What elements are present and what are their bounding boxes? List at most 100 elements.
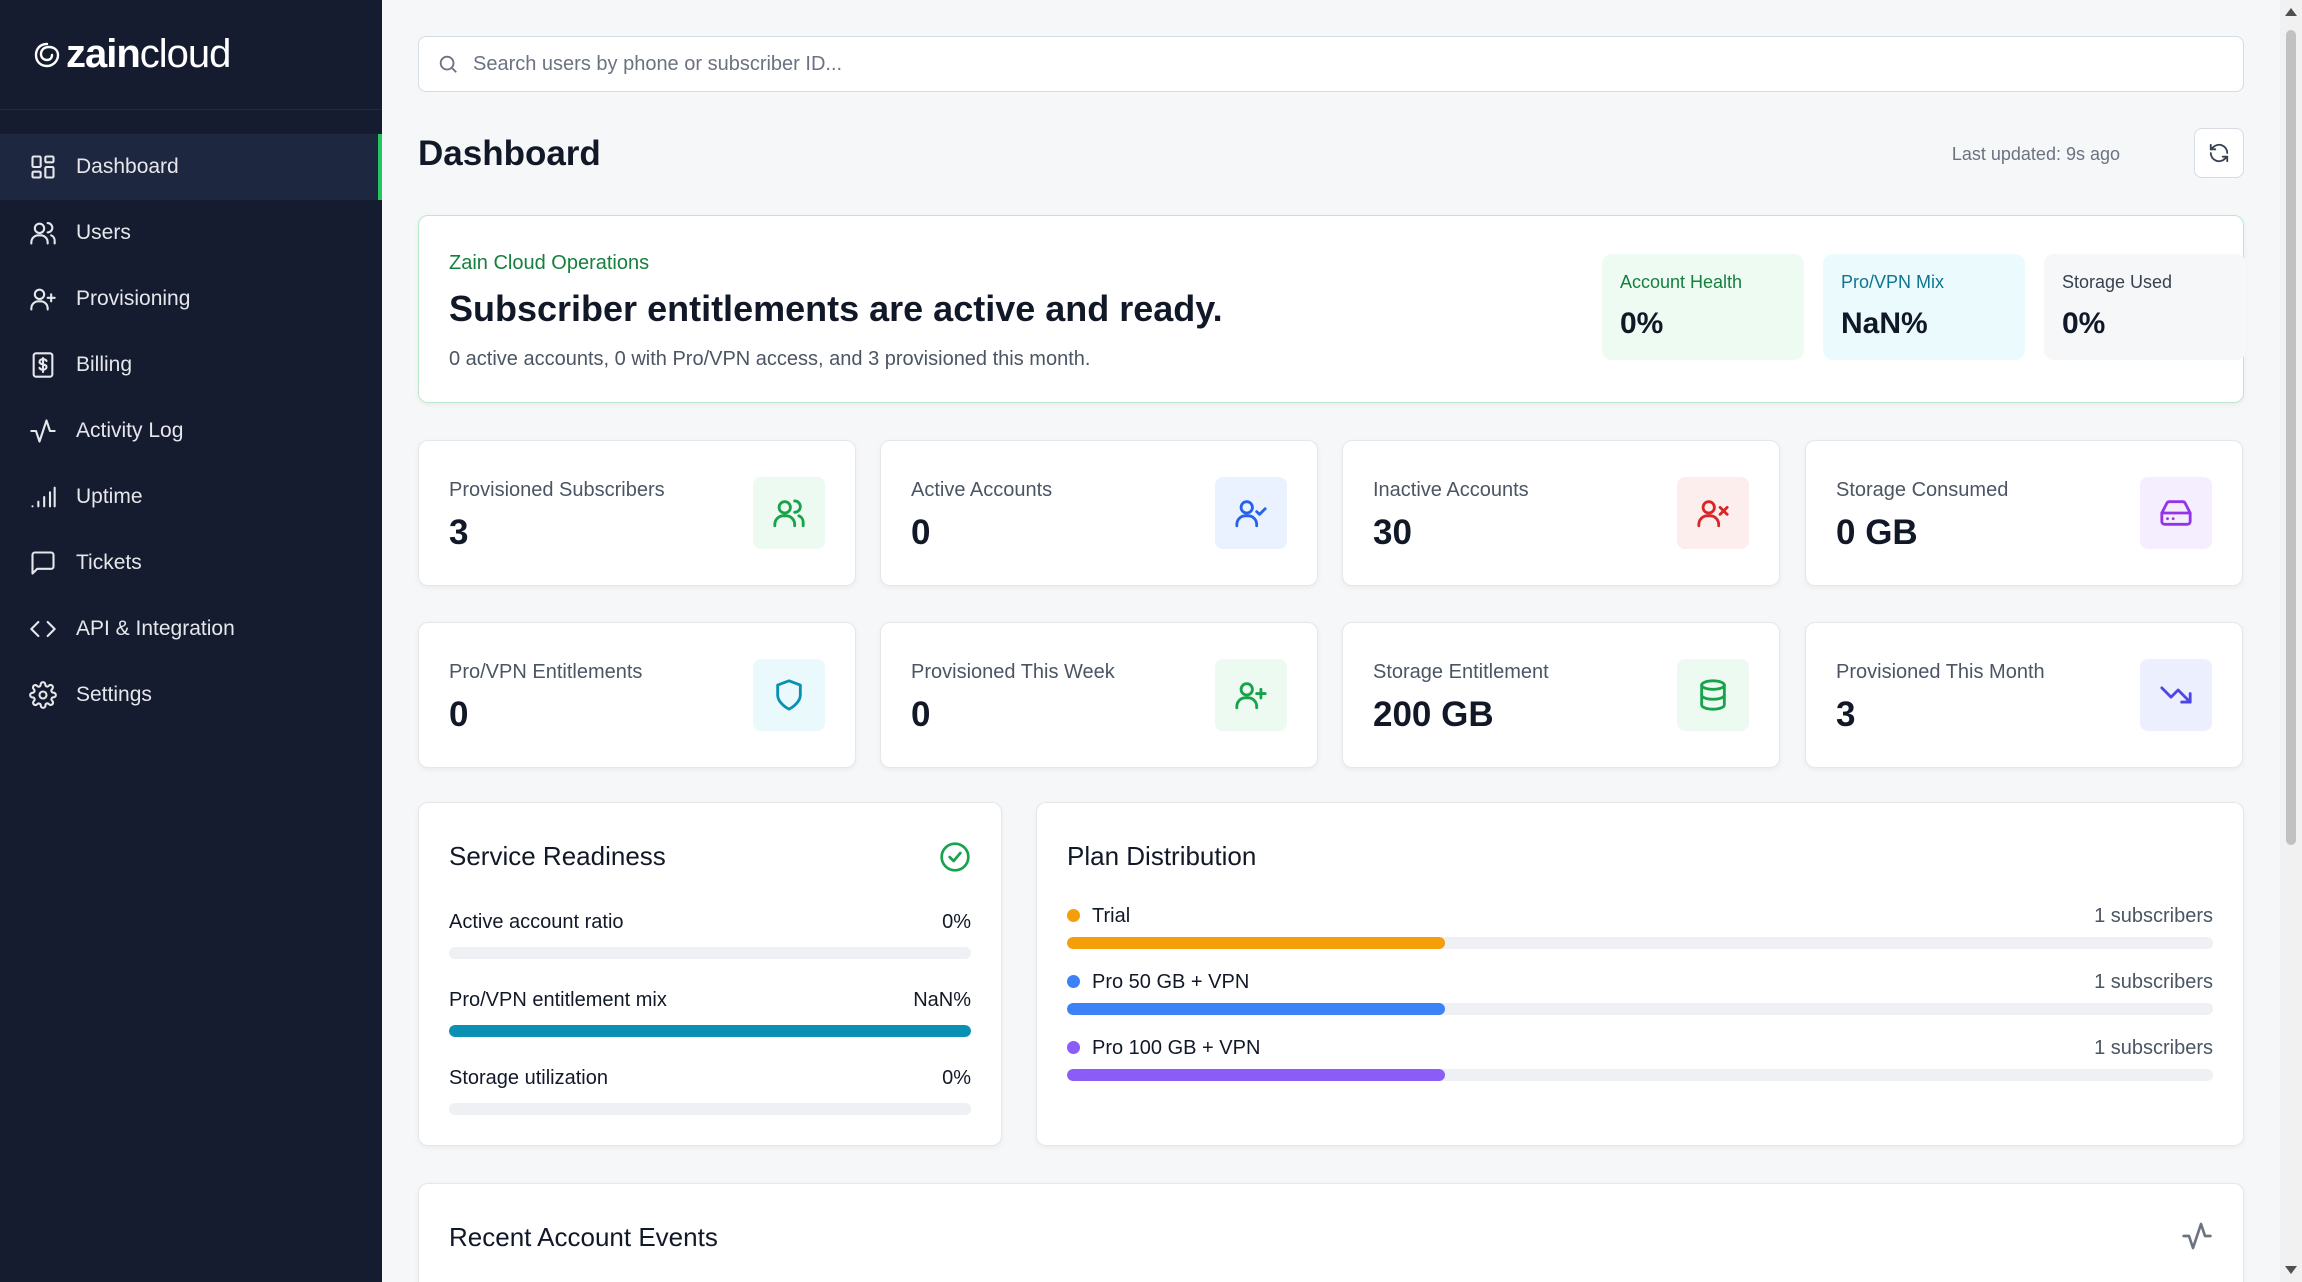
sidebar-item-label: Users bbox=[76, 221, 131, 244]
pro-vpn-entitlements-card: Pro/VPN Entitlements 0 bbox=[418, 622, 856, 768]
last-updated-text: Last updated: 9s ago bbox=[1951, 144, 2120, 164]
card-label: Pro/VPN Entitlements bbox=[449, 661, 643, 683]
progress-fill bbox=[1067, 1003, 1446, 1015]
card-value: 0 bbox=[911, 513, 931, 552]
scroll-down-arrow-icon[interactable] bbox=[2285, 1266, 2297, 1274]
check-circle-icon bbox=[939, 841, 971, 873]
sidebar-item-provisioning[interactable]: Provisioning bbox=[0, 266, 382, 332]
database-icon bbox=[1677, 659, 1749, 731]
card-value: 3 bbox=[449, 513, 469, 552]
plan-distribution-panel: Plan Distribution Trial 1 subscribers Pr… bbox=[1036, 802, 2244, 1146]
card-value: 30 bbox=[1373, 513, 1412, 552]
hard-drive-icon bbox=[2140, 477, 2212, 549]
account-health-stat: Account Health 0% bbox=[1602, 254, 1804, 360]
refresh-button[interactable] bbox=[2194, 128, 2244, 178]
brand-name: zaincloud bbox=[66, 32, 231, 76]
plan-name: Pro 100 GB + VPN bbox=[1092, 1037, 1261, 1059]
search-bar[interactable] bbox=[418, 36, 2244, 92]
stat-value: NaN% bbox=[1841, 307, 1928, 340]
user-plus-icon bbox=[28, 284, 58, 314]
sidebar-item-uptime[interactable]: Uptime bbox=[0, 464, 382, 530]
card-label: Active Accounts bbox=[911, 479, 1053, 501]
storage-consumed-card: Storage Consumed 0 GB bbox=[1805, 440, 2243, 586]
activity-icon bbox=[2181, 1220, 2213, 1252]
readiness-row: Active account ratio 0% bbox=[449, 911, 971, 959]
user-x-icon bbox=[1677, 477, 1749, 549]
progress-fill bbox=[1067, 937, 1446, 949]
card-value: 3 bbox=[1836, 695, 1856, 734]
sidebar-item-settings[interactable]: Settings bbox=[0, 662, 382, 728]
plan-count: 1 subscribers bbox=[2094, 971, 2213, 993]
service-readiness-panel: Service Readiness Active account ratio 0… bbox=[418, 802, 1002, 1146]
readiness-row-label: Pro/VPN entitlement mix bbox=[449, 989, 667, 1011]
readiness-row: Storage utilization 0% bbox=[449, 1067, 971, 1115]
card-label: Provisioned Subscribers bbox=[449, 479, 665, 501]
sidebar-item-label: API & Integration bbox=[76, 617, 235, 640]
plan-row: Trial 1 subscribers bbox=[1067, 905, 2213, 949]
sidebar-item-users[interactable]: Users bbox=[0, 200, 382, 266]
receipt-icon bbox=[28, 350, 58, 380]
inactive-accounts-card: Inactive Accounts 30 bbox=[1342, 440, 1780, 586]
users-icon bbox=[753, 477, 825, 549]
sidebar-item-dashboard[interactable]: Dashboard bbox=[0, 134, 382, 200]
progress-bar bbox=[449, 947, 971, 959]
sidebar-item-activity-log[interactable]: Activity Log bbox=[0, 398, 382, 464]
card-value: 0 bbox=[911, 695, 931, 734]
progress-fill bbox=[449, 1025, 971, 1037]
operations-summary-card: Zain Cloud Operations Subscriber entitle… bbox=[418, 215, 2246, 403]
readiness-row: Pro/VPN entitlement mix NaN% bbox=[449, 989, 971, 1037]
plan-color-dot bbox=[1067, 909, 1080, 923]
progress-bar bbox=[1067, 937, 2213, 949]
sidebar: zaincloud Dashboard Users Provisioning B… bbox=[0, 0, 382, 1282]
sidebar-item-api-integration[interactable]: API & Integration bbox=[0, 596, 382, 662]
card-label: Inactive Accounts bbox=[1373, 479, 1529, 501]
recent-account-events-panel: Recent Account Events bbox=[418, 1183, 2244, 1282]
stat-value: 0% bbox=[2062, 307, 2106, 340]
sidebar-item-label: Billing bbox=[76, 353, 133, 376]
stat-label: Pro/VPN Mix bbox=[1841, 272, 1945, 292]
user-check-icon bbox=[1215, 477, 1287, 549]
scroll-up-arrow-icon[interactable] bbox=[2285, 8, 2297, 16]
sidebar-item-label: Uptime bbox=[76, 485, 143, 508]
card-label: Storage Entitlement bbox=[1373, 661, 1549, 683]
grid-icon bbox=[28, 152, 58, 182]
panel-title: Recent Account Events bbox=[449, 1222, 718, 1252]
panel-title: Service Readiness bbox=[449, 841, 666, 871]
card-label: Provisioned This Week bbox=[911, 661, 1115, 683]
code-icon bbox=[28, 614, 58, 644]
gear-icon bbox=[28, 680, 58, 710]
search-input[interactable] bbox=[473, 52, 2173, 76]
progress-bar bbox=[449, 1103, 971, 1115]
sidebar-item-tickets[interactable]: Tickets bbox=[0, 530, 382, 596]
signal-icon bbox=[28, 482, 58, 512]
message-icon bbox=[28, 548, 58, 578]
readiness-row-value: 0% bbox=[942, 1067, 971, 1089]
storage-used-stat: Storage Used 0% bbox=[2044, 254, 2246, 360]
page-scrollbar[interactable] bbox=[2280, 0, 2302, 1282]
card-label: Storage Consumed bbox=[1836, 479, 2009, 501]
sidebar-item-label: Tickets bbox=[76, 551, 142, 574]
sidebar-item-label: Settings bbox=[76, 683, 152, 706]
refresh-icon bbox=[2209, 143, 2229, 163]
plan-row: Pro 100 GB + VPN 1 subscribers bbox=[1067, 1037, 2213, 1081]
sidebar-item-label: Provisioning bbox=[76, 287, 191, 310]
progress-bar bbox=[1067, 1003, 2213, 1015]
provisioned-this-week-card: Provisioned This Week 0 bbox=[880, 622, 1318, 768]
plan-name: Trial bbox=[1092, 905, 1131, 927]
sidebar-item-label: Dashboard bbox=[76, 155, 179, 178]
readiness-row-label: Storage utilization bbox=[449, 1067, 608, 1089]
readiness-row-value: 0% bbox=[942, 911, 971, 933]
progress-bar bbox=[1067, 1069, 2213, 1081]
stat-label: Storage Used bbox=[2062, 272, 2173, 292]
card-value: 0 bbox=[449, 695, 469, 734]
plan-name: Pro 50 GB + VPN bbox=[1092, 971, 1250, 993]
shield-icon bbox=[753, 659, 825, 731]
sidebar-item-billing[interactable]: Billing bbox=[0, 332, 382, 398]
plan-row: Pro 50 GB + VPN 1 subscribers bbox=[1067, 971, 2213, 1015]
pro-vpn-mix-stat: Pro/VPN Mix NaN% bbox=[1823, 254, 2025, 360]
zain-logo-icon bbox=[34, 42, 60, 67]
brand-logo[interactable]: zaincloud bbox=[0, 0, 382, 110]
scroll-thumb[interactable] bbox=[2286, 30, 2296, 845]
readiness-row-value: NaN% bbox=[913, 989, 971, 1011]
plan-count: 1 subscribers bbox=[2094, 905, 2213, 927]
